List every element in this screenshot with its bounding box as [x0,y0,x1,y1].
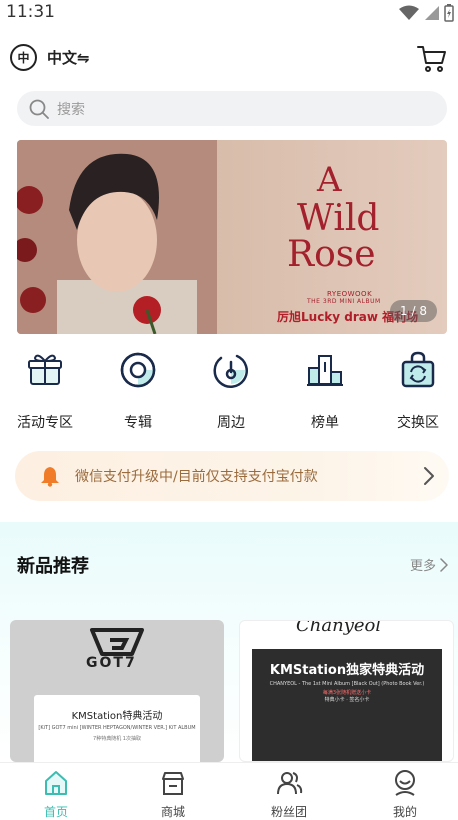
chevron-right-icon [440,557,448,572]
payment-notice[interactable]: 微信支付升级中/目前仅支持支付宝付款 [15,451,449,501]
fans-icon [277,772,303,795]
category-exchange[interactable]: 交换区 [378,350,458,432]
merch-icon [213,354,248,388]
search-icon [29,99,49,119]
category-merch[interactable]: 周边 [191,350,271,432]
tab-home[interactable]: 首页 [16,769,96,820]
section-title: 新品推荐 [17,556,89,577]
tab-profile[interactable]: 我的 [365,769,445,820]
card-title: KMStation独家特典活动 [269,663,425,678]
new-products-section: 新品推荐 更多 GOT7 KMStation特典活动 [KiT] GOT7 mi… [0,522,458,762]
promo-banner[interactable]: A Wild Rose RYEOWOOK THE 3RD MINI ALBUM … [17,140,447,334]
got7-logo [90,628,144,656]
banner-artist: RYEOWOOK [327,290,373,298]
card-subtitle: [KiT] GOT7 mini [WINTER HEPTAGON/WINTER … [38,725,196,731]
store-icon [162,772,184,795]
status-icons [398,4,454,22]
product-card[interactable]: Chanyeol KMStation独家特典活动 CHANYEOL - The … [239,620,454,762]
header: 中 中文⇋ [0,38,458,78]
product-card[interactable]: GOT7 KMStation特典活动 [KiT] GOT7 mini [WINT… [10,620,224,762]
profile-icon [395,770,415,796]
tab-label: 首页 [43,805,68,819]
card-title: KMStation特典活动 [71,711,163,722]
card-subtitle: CHANYEOL - The 1st Mini Album [Black Out… [269,681,425,687]
card-note: 每满3张随机赠送小卡 [322,690,372,696]
card-brand: Chanyeol [296,620,382,636]
card-brand: GOT7 [86,655,137,671]
category-grid: 活动专区 专辑 周边 榜单 交换区 [0,350,458,435]
category-activity[interactable]: 活动专区 [5,350,85,432]
tab-store[interactable]: 商城 [133,769,213,820]
category-label: 榜单 [311,415,339,431]
status-time: 11:31 [6,2,55,22]
tab-fans[interactable]: 粉丝团 [249,769,329,820]
language-toggle[interactable]: 中 中文⇋ [10,44,90,71]
banner-pager: 1 / 8 [390,300,437,322]
notice-text: 微信支付升级中/目前仅支持支付宝付款 [75,469,318,485]
category-album[interactable]: 专辑 [98,350,178,432]
more-label: 更多 [409,559,436,574]
banner-title-line2: Wild [297,198,380,239]
tab-label: 我的 [392,805,417,819]
banner-title-line1: A [317,160,342,200]
card-content: KMStation特典活动 [KiT] GOT7 mini [WINTER HE… [34,695,200,762]
search-bar[interactable]: 搜索 [17,91,447,126]
search-placeholder: 搜索 [57,101,85,118]
category-label: 专辑 [124,415,152,431]
bell-icon [41,467,59,487]
chevron-right-icon [424,467,434,485]
category-label: 交换区 [397,415,439,431]
exchange-bag-icon [401,351,435,388]
battery-icon [444,4,454,22]
disc-icon [120,352,156,388]
gift-icon [28,354,62,385]
home-icon [45,771,67,795]
cart-icon[interactable] [416,42,448,74]
category-label: 活动专区 [17,415,73,431]
language-icon: 中 [10,44,37,71]
wifi-icon [399,5,419,20]
banner-album: THE 3RD MINI ALBUM [307,298,381,305]
language-label: 中文⇋ [47,49,90,67]
banner-title-line3: Rose [287,234,376,275]
card-note: 7种特典随机 1次抽取 [93,736,141,742]
bottom-tab-bar: 首页 商城 粉丝团 我的 [0,762,458,820]
category-label: 周边 [217,415,245,431]
category-chart[interactable]: 榜单 [285,350,365,432]
podium-icon [307,355,343,386]
card-content: KMStation独家特典活动 CHANYEOL - The 1st Mini … [252,649,442,761]
status-bar: 11:31 [0,0,458,26]
more-link[interactable]: 更多 [410,555,448,574]
tab-label: 粉丝团 [270,805,307,819]
card-note-2: 特典小卡 · 签名小卡 [324,697,370,703]
banner-artist-photo [17,140,217,334]
tab-label: 商城 [160,805,185,819]
signal-icon [425,6,439,20]
